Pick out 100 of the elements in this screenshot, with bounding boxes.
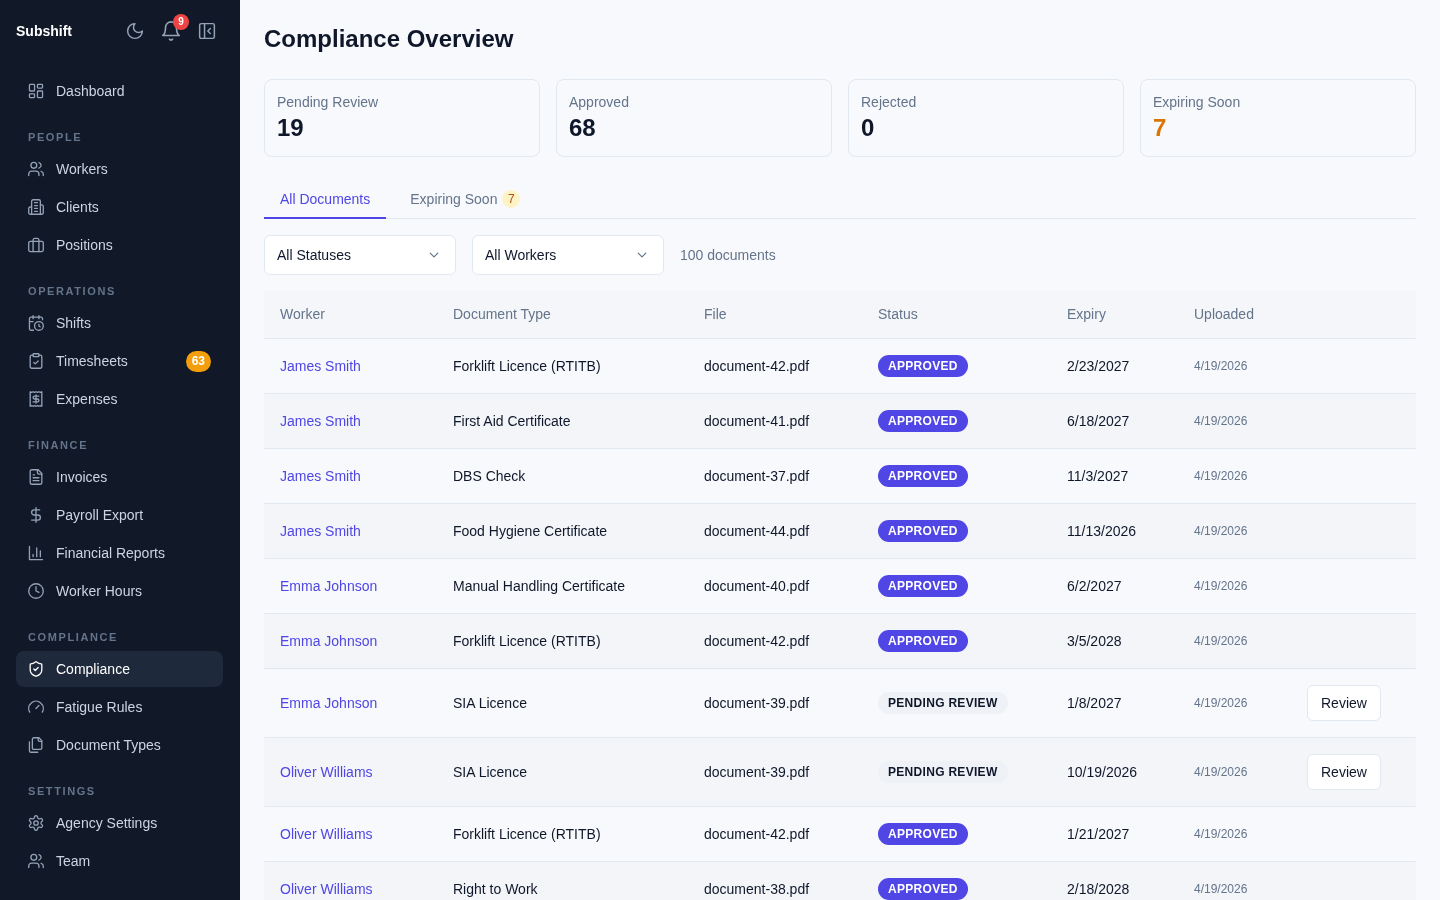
nav-item[interactable]: Compliance [16,651,223,687]
expiry-date: 3/5/2028 [1067,632,1122,649]
nav-item[interactable]: Clients [16,189,223,225]
section-heading: SETTINGS [27,784,97,799]
upload-date: 4/19/2026 [1194,695,1248,710]
nav-item[interactable]: Expenses [16,381,223,417]
worker-link[interactable]: Emma Johnson [280,632,378,649]
clipboard-check-icon [28,353,44,369]
status-badge: APPROVED [878,519,968,542]
file-name: document-37.pdf [704,467,810,484]
tab[interactable]: All Documents [264,181,387,219]
column-header: Document Type [453,306,551,323]
moon-icon[interactable] [126,22,144,40]
filter-dropdown[interactable]: All Statuses [264,235,456,275]
file-name: document-38.pdf [704,880,810,897]
expiry-date: 6/2/2027 [1067,577,1122,594]
worker-link[interactable]: James Smith [280,412,361,429]
expiry-date: 10/19/2026 [1067,763,1138,780]
count-badge: 63 [185,350,211,372]
column-header: File [704,306,727,323]
nav-item[interactable]: Shifts [16,305,223,341]
document-type: Forklift Licence (RTITB) [453,825,601,842]
nav-item[interactable]: Worker Hours [16,573,223,609]
document-type: Forklift Licence (RTITB) [453,357,601,374]
document-type: First Aid Certificate [453,412,571,429]
receipt-icon [28,391,44,407]
status-badge: APPROVED [878,822,968,845]
upload-date: 4/19/2026 [1194,468,1248,483]
column-header: Worker [280,306,325,323]
nav-item[interactable]: Timesheets 63 [16,343,223,379]
status-badge: APPROVED [878,409,968,432]
dollar-icon [28,507,44,523]
upload-date: 4/19/2026 [1194,578,1248,593]
calendar-clock-icon [28,315,44,331]
worker-link[interactable]: James Smith [280,467,361,484]
file-name: document-39.pdf [704,763,810,780]
section-heading: FINANCE [27,438,90,453]
sidebar-toggle-icon[interactable] [198,22,216,40]
filter-dropdown[interactable]: All Workers [472,235,664,275]
worker-link[interactable]: Oliver Williams [280,880,373,897]
upload-date: 4/19/2026 [1194,881,1248,896]
document-type: Food Hygiene Certificate [453,522,608,539]
nav-item[interactable]: Dashboard [16,73,223,109]
status-badge: APPROVED [878,629,968,652]
upload-date: 4/19/2026 [1194,523,1248,538]
file-name: document-41.pdf [704,412,810,429]
expiry-date: 11/3/2027 [1067,467,1129,484]
document-type: SIA Licence [453,763,527,780]
status-badge: APPROVED [878,464,968,487]
worker-link[interactable]: James Smith [280,522,361,539]
file-name: document-44.pdf [704,522,810,539]
status-badge: APPROVED [878,354,968,377]
nav-item[interactable]: Agency Settings [16,805,223,841]
upload-date: 4/19/2026 [1194,633,1248,648]
column-header: Expiry [1067,306,1106,323]
review-button[interactable]: Review [1307,753,1381,790]
tab[interactable]: Expiring Soon 7 [394,181,537,219]
settings-icon [28,815,44,831]
notification-badge: 9 [173,14,189,30]
nav-item[interactable]: Workers [16,151,223,187]
briefcase-icon [28,237,44,253]
file-name: document-40.pdf [704,577,810,594]
upload-date: 4/19/2026 [1194,764,1248,779]
nav-item[interactable]: Payroll Export [16,497,223,533]
document-count: 100 documents [680,246,776,265]
nav-item[interactable]: Invoices [16,459,223,495]
section-heading: OPERATIONS [27,284,117,299]
nav-item[interactable]: Fatigue Rules [16,689,223,725]
stat-label: Pending Review [277,93,379,112]
grid-icon [28,83,44,99]
stat-value: 0 [861,113,875,143]
nav-item[interactable]: Document Types [16,727,223,763]
expiry-date: 11/13/2026 [1067,522,1137,539]
gauge-icon [28,699,44,715]
expiry-date: 1/8/2027 [1067,694,1122,711]
section-heading: COMPLIANCE [27,630,119,645]
upload-date: 4/19/2026 [1194,826,1248,841]
worker-link[interactable]: Oliver Williams [280,763,373,780]
review-button[interactable]: Review [1307,684,1381,721]
page-title: Compliance Overview [264,24,515,54]
worker-link[interactable]: Emma Johnson [280,577,378,594]
worker-link[interactable]: Oliver Williams [280,825,373,842]
nav-item[interactable]: Financial Reports [16,535,223,571]
users-icon [28,853,44,869]
worker-link[interactable]: James Smith [280,357,361,374]
section-heading: PEOPLE [27,130,84,145]
documents-icon [28,737,44,753]
status-badge: PENDING REVIEW [878,691,1008,714]
status-badge: PENDING REVIEW [878,760,1008,783]
worker-link[interactable]: Emma Johnson [280,694,378,711]
upload-date: 4/19/2026 [1194,413,1248,428]
file-name: document-42.pdf [704,632,810,649]
file-name: document-39.pdf [704,694,810,711]
stat-label: Approved [569,93,629,112]
nav-item[interactable]: Positions [16,227,223,263]
file-name: document-42.pdf [704,357,810,374]
expiry-date: 6/18/2027 [1067,412,1130,429]
column-header: Status [878,306,918,323]
shield-check-icon [28,661,44,677]
nav-item[interactable]: Team [16,843,223,879]
